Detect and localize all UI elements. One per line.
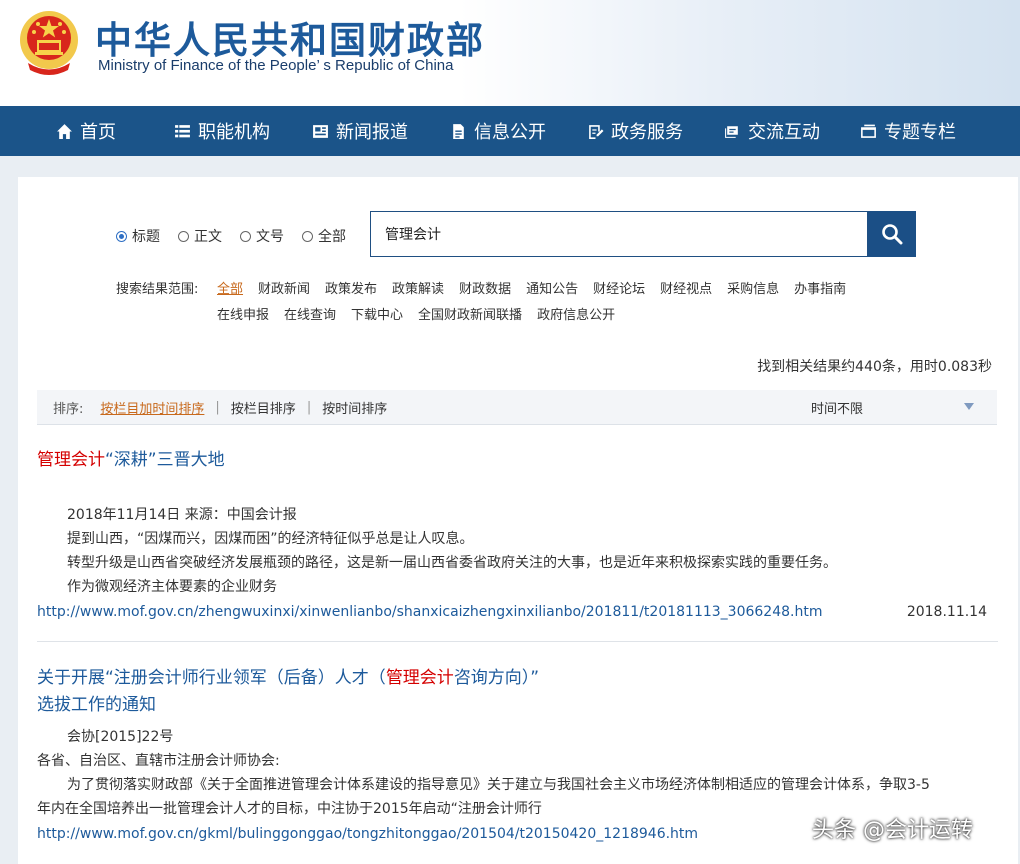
scope-link[interactable]: 采购信息 bbox=[727, 278, 779, 297]
result-url-link[interactable]: http://www.mof.gov.cn/gkml/bulinggonggao… bbox=[37, 826, 698, 842]
site-banner: 中华人民共和国财政部 Ministry of Finance of the Pe… bbox=[0, 0, 1020, 106]
nav-home[interactable]: 首页 bbox=[56, 118, 116, 144]
newspaper-icon bbox=[313, 124, 328, 138]
radio-dot bbox=[240, 230, 251, 242]
scope-link[interactable]: 全国财政新闻联播 bbox=[418, 304, 522, 323]
nav-label: 交流互动 bbox=[748, 122, 820, 143]
result-snippet-line: 会协[2015]22号 bbox=[67, 729, 174, 745]
result-title-text: 关于开展“注册会计师行业领军（后备）人才（ bbox=[37, 668, 386, 688]
scope-link[interactable]: 财政数据 bbox=[459, 278, 511, 297]
sort-label: 排序: bbox=[53, 401, 84, 417]
scope-link[interactable]: 财政新闻 bbox=[258, 278, 310, 297]
nav-label: 新闻报道 bbox=[336, 122, 408, 143]
watermark-text: 头条 @会计运转 bbox=[812, 818, 973, 843]
radio-all[interactable]: 全部 bbox=[302, 226, 346, 246]
sort-bar: 排序: 按栏目加时间排序 | 按栏目排序 | 按时间排序 时间不限 bbox=[37, 390, 997, 425]
result-title-highlight: 管理会计 bbox=[37, 450, 105, 470]
nav-label: 首页 bbox=[80, 122, 116, 143]
sort-by-time[interactable]: 按时间排序 bbox=[322, 398, 387, 417]
scope-link[interactable]: 下载中心 bbox=[351, 304, 403, 323]
scope-link[interactable]: 政策发布 bbox=[325, 278, 377, 297]
result-snippet-line: 年内在全国培养出一批管理会计人才的目标，中注协于2015年启动“注册会计师行 bbox=[37, 801, 542, 817]
nav-label: 职能机构 bbox=[198, 122, 270, 143]
time-filter-select[interactable]: 时间不限 bbox=[811, 398, 863, 417]
document-icon bbox=[453, 123, 464, 139]
nav-special-topics[interactable]: 专题专栏 bbox=[860, 118, 956, 144]
chevron-down-icon[interactable] bbox=[964, 403, 974, 410]
nav-departments[interactable]: 职能机构 bbox=[174, 118, 270, 144]
scope-row-1: 全部 财政新闻 政策发布 政策解读 财政数据 通知公告 财经论坛 财经视点 采购… bbox=[217, 278, 861, 297]
scope-link[interactable]: 财经视点 bbox=[660, 278, 712, 297]
nav-news[interactable]: 新闻报道 bbox=[312, 118, 408, 144]
result-date: 2018.11.14 bbox=[906, 604, 987, 620]
radio-label: 正文 bbox=[194, 229, 222, 245]
nav-interaction[interactable]: 交流互动 bbox=[724, 118, 820, 144]
nav-label: 信息公开 bbox=[474, 122, 546, 143]
radio-dot bbox=[116, 230, 127, 242]
result-url-link[interactable]: http://www.mof.gov.cn/zhengwuxinxi/xinwe… bbox=[37, 604, 822, 620]
search-icon bbox=[882, 224, 903, 245]
scope-link[interactable]: 通知公告 bbox=[526, 278, 578, 297]
result-snippet-line: 2018年11月14日 来源：中国会计报 bbox=[67, 507, 297, 523]
result-snippet-line: 为了贯彻落实财政部《关于全面推进管理会计体系建设的指导意见》关于建立与我国社会主… bbox=[67, 777, 930, 793]
result-snippet-line: 作为微观经济主体要素的企业财务 bbox=[67, 579, 277, 595]
search-input[interactable]: 管理会计 bbox=[370, 211, 868, 257]
radio-body[interactable]: 正文 bbox=[178, 226, 222, 246]
sort-separator: | bbox=[215, 399, 220, 415]
search-field-options: 标题 正文 文号 全部 bbox=[116, 226, 364, 246]
radio-label: 全部 bbox=[318, 229, 346, 245]
scope-link[interactable]: 在线查询 bbox=[284, 304, 336, 323]
search-button[interactable] bbox=[868, 211, 916, 257]
home-icon bbox=[57, 123, 72, 139]
list-icon bbox=[175, 124, 190, 137]
nav-label: 专题专栏 bbox=[884, 122, 956, 143]
result-title-link-line2[interactable]: 选拔工作的通知 bbox=[37, 692, 156, 718]
nav-gov-services[interactable]: 政务服务 bbox=[587, 118, 683, 144]
site-subtitle: Ministry of Finance of the People’ s Rep… bbox=[98, 57, 454, 74]
scope-link[interactable]: 在线申报 bbox=[217, 304, 269, 323]
result-title-link[interactable]: 关于开展“注册会计师行业领军（后备）人才（管理会计咨询方向）” bbox=[37, 665, 539, 691]
result-snippet-line: 各省、自治区、直辖市注册会计师协会: bbox=[37, 753, 280, 769]
radio-label: 文号 bbox=[256, 229, 284, 245]
result-title-text: 咨询方向）” bbox=[453, 668, 540, 688]
main-nav: 首页 职能机构 新闻报道 信息公开 政务服务 交流互动 专题专栏 bbox=[0, 106, 1020, 156]
result-title-link[interactable]: 管理会计“深耕”三晋大地 bbox=[37, 447, 225, 473]
sort-by-column[interactable]: 按栏目排序 bbox=[231, 398, 296, 417]
nav-label: 政务服务 bbox=[611, 122, 683, 143]
radio-doc-number[interactable]: 文号 bbox=[240, 226, 284, 246]
scope-link[interactable]: 政府信息公开 bbox=[537, 304, 615, 323]
result-divider bbox=[37, 641, 998, 642]
radio-dot bbox=[302, 230, 313, 242]
national-emblem-icon bbox=[20, 11, 78, 75]
result-title-text: “深耕”三晋大地 bbox=[105, 450, 225, 470]
scope-row-2: 在线申报 在线查询 下载中心 全国财政新闻联播 政府信息公开 bbox=[217, 304, 630, 323]
result-title-highlight: 管理会计 bbox=[385, 668, 454, 688]
scope-link[interactable]: 办事指南 bbox=[794, 278, 846, 297]
scope-label: 搜索结果范围: bbox=[116, 282, 199, 297]
result-count: 找到相关结果约440条，用时0.083秒 bbox=[757, 359, 992, 375]
scope-link[interactable]: 财经论坛 bbox=[593, 278, 645, 297]
sort-separator: | bbox=[306, 399, 312, 415]
search-results-card: 标题 正文 文号 全部 管理会计 搜索结果范围: 全部 财政新闻 政策发布 政策… bbox=[18, 177, 1018, 864]
result-snippet-line: 转型升级是山西省突破经济发展瓶颈的路径，这是新一届山西省委省政府关注的大事，也是… bbox=[67, 555, 837, 571]
sort-by-column-time[interactable]: 按栏目加时间排序 bbox=[100, 398, 204, 417]
nav-info-disclosure[interactable]: 信息公开 bbox=[450, 118, 546, 144]
result-snippet-line: 提到山西，“因煤而兴，因煤而困”的经济特征似乎总是让人叹息。 bbox=[67, 531, 474, 547]
radio-title[interactable]: 标题 bbox=[116, 226, 160, 246]
scope-link[interactable]: 政策解读 bbox=[392, 278, 444, 297]
radio-dot bbox=[178, 230, 189, 242]
scope-link-all[interactable]: 全部 bbox=[217, 278, 243, 297]
site-title: 中华人民共和国财政部 bbox=[95, 19, 485, 62]
chat-icon bbox=[725, 125, 738, 138]
window-icon bbox=[861, 124, 876, 138]
radio-label: 标题 bbox=[132, 229, 160, 245]
clipboard-icon bbox=[589, 124, 604, 139]
